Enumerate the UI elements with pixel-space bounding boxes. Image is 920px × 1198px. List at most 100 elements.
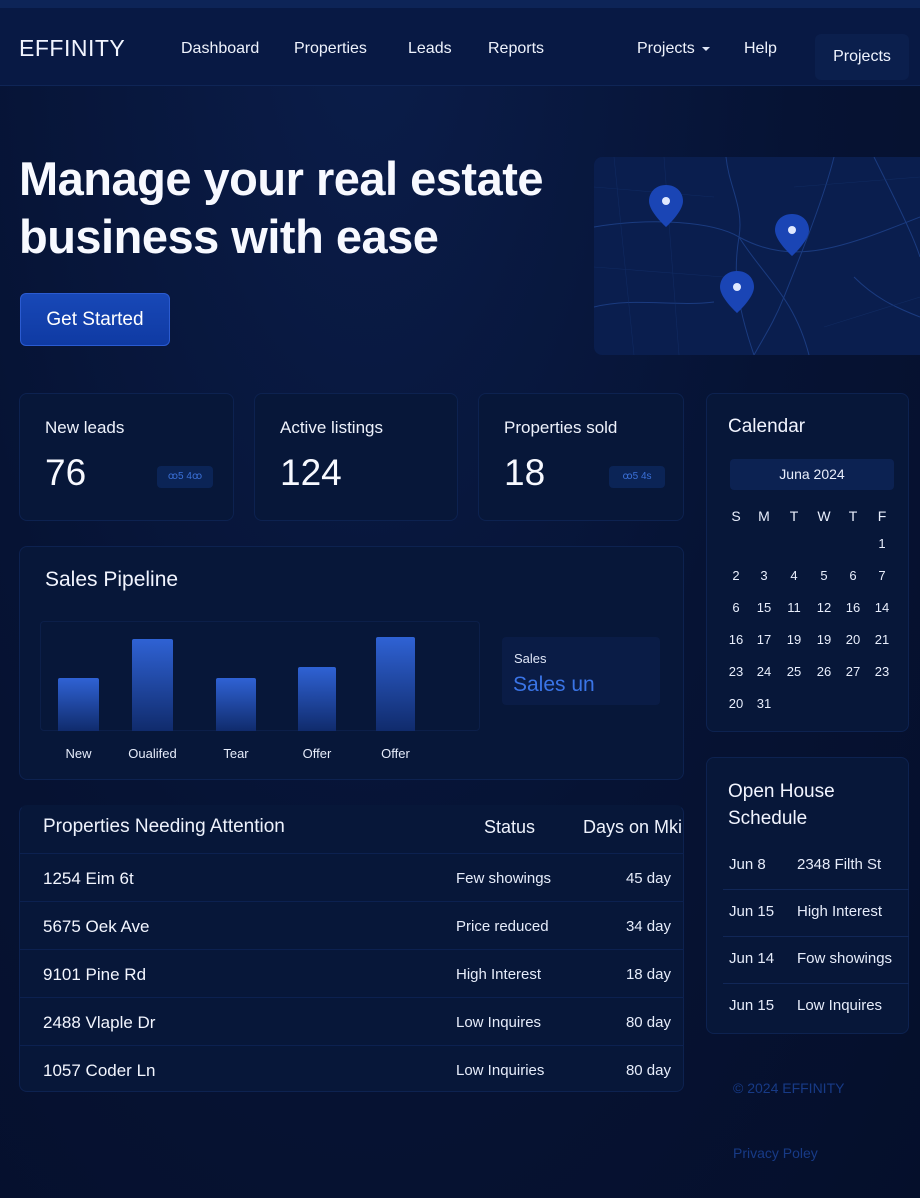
calendar-day[interactable]: 19 bbox=[809, 632, 839, 647]
nav-projects-dropdown[interactable]: Projects bbox=[637, 40, 710, 58]
map-pin-icon[interactable] bbox=[775, 214, 809, 256]
days-on-market: 18 day bbox=[625, 966, 671, 983]
open-house-card: Open House Schedule Jun 8 2348 Filth St Ju… bbox=[706, 757, 909, 1034]
calendar-day[interactable]: 24 bbox=[749, 664, 779, 679]
property-address: 9101 Pine Rd bbox=[43, 965, 147, 984]
calendar-day[interactable]: 4 bbox=[779, 568, 809, 583]
calendar-weekday: M bbox=[758, 508, 770, 524]
calendar-day[interactable]: 25 bbox=[779, 664, 809, 679]
pipeline-bar-label: Tear bbox=[223, 746, 249, 761]
calendar-day[interactable]: 5 bbox=[809, 568, 839, 583]
nav-projects-label: Projects bbox=[637, 40, 695, 57]
property-address: 5675 Oek Ave bbox=[43, 917, 150, 936]
pipeline-bar[interactable] bbox=[216, 678, 256, 731]
stat-card-active-listings[interactable]: Active listings 124 bbox=[254, 393, 458, 521]
calendar-day[interactable]: 1 bbox=[867, 536, 897, 551]
calendar-day[interactable]: 23 bbox=[721, 664, 751, 679]
calendar-day[interactable]: 17 bbox=[749, 632, 779, 647]
calendar-day[interactable]: 2 bbox=[721, 568, 751, 583]
calendar-weekday: T bbox=[789, 508, 799, 524]
stat-card-new-leads[interactable]: New leads 76 ꝏ5 4ꝏ bbox=[19, 393, 234, 521]
stat-label: Active listings bbox=[280, 418, 383, 437]
property-status: Low Inquiries bbox=[456, 1062, 545, 1079]
days-on-market: 80 day bbox=[625, 1062, 671, 1079]
calendar-day[interactable]: 23 bbox=[867, 664, 897, 679]
property-status: High Interest bbox=[456, 966, 542, 983]
map-pin-icon[interactable] bbox=[649, 185, 683, 227]
property-address: 1057 Coder Ln bbox=[43, 1061, 156, 1080]
stat-card-properties-sold[interactable]: Properties sold 18 ꝏ5 4s bbox=[478, 393, 684, 521]
property-status: Price reduced bbox=[456, 918, 549, 935]
stat-value: 124 bbox=[280, 452, 342, 493]
nav-properties[interactable]: Properties bbox=[294, 40, 367, 58]
sales-pipeline-card: Sales Pipeline New Oualifed Tear Offer Offer… bbox=[19, 546, 684, 780]
calendar-day[interactable]: 6 bbox=[721, 600, 751, 615]
map-preview[interactable] bbox=[594, 157, 920, 355]
open-house-detail: Fow showings bbox=[797, 950, 893, 967]
nav-help[interactable]: Help bbox=[744, 40, 777, 58]
sales-summary[interactable]: Sales Sales un bbox=[502, 637, 660, 705]
stat-trend-badge: ꝏ5 4ꝏ bbox=[157, 466, 213, 488]
open-house-date: Jun 15 bbox=[729, 903, 775, 920]
property-status: Few showings bbox=[456, 870, 552, 887]
table-row[interactable]: 2488 Vlaple Dr Low Inquires 80 day bbox=[20, 997, 684, 1045]
open-house-detail: Low Inquires bbox=[797, 997, 883, 1014]
pipeline-bar-label: Oualifed bbox=[128, 746, 177, 761]
nav-reports[interactable]: Reports bbox=[488, 40, 544, 58]
calendar-card: Calendar Juna 2024 S M T W T F 1 2 3 4 5 6 7 6 15 11 12 1… bbox=[706, 393, 909, 732]
calendar-day[interactable]: 20 bbox=[721, 696, 751, 711]
section-title: Properties Needing Attention bbox=[43, 816, 285, 837]
nav-dashboard[interactable]: Dashboard bbox=[181, 40, 259, 58]
calendar-month[interactable]: Juna 2024 bbox=[730, 459, 894, 490]
map-pin-icon[interactable] bbox=[720, 271, 754, 313]
stat-label: New leads bbox=[45, 418, 125, 437]
pipeline-bar[interactable] bbox=[376, 637, 415, 731]
top-nav: EFFINITY Dashboard Properties Leads Repo… bbox=[0, 0, 920, 86]
open-house-date: Jun 8 bbox=[729, 856, 766, 873]
nav-leads[interactable]: Leads bbox=[408, 40, 452, 58]
calendar-day[interactable]: 3 bbox=[749, 568, 779, 583]
calendar-day[interactable]: 7 bbox=[867, 568, 897, 583]
projects-button[interactable]: Projects bbox=[815, 34, 909, 80]
calendar-day[interactable]: 20 bbox=[838, 632, 868, 647]
column-header-days[interactable]: Days on Mki bbox=[583, 817, 682, 838]
calendar-day[interactable]: 16 bbox=[721, 632, 751, 647]
table-row[interactable]: 9101 Pine Rd High Interest 18 day bbox=[20, 949, 684, 997]
open-house-date: Jun 14 bbox=[729, 950, 775, 967]
footer-privacy-link[interactable]: Privacy Poley bbox=[733, 1145, 818, 1161]
section-title: Sales Pipeline bbox=[45, 568, 179, 591]
open-house-item[interactable]: Jun 15 High Interest bbox=[707, 889, 893, 936]
stat-trend-badge: ꝏ5 4s bbox=[609, 466, 665, 488]
table-row[interactable]: 1057 Coder Ln Low Inquiries 80 day bbox=[20, 1045, 684, 1093]
calendar-day[interactable]: 31 bbox=[749, 696, 779, 711]
calendar-day[interactable]: 15 bbox=[749, 600, 779, 615]
open-house-item[interactable]: Jun 8 2348 Filth St bbox=[707, 842, 893, 889]
attention-table-card: Properties Needing Attention Status Days… bbox=[19, 805, 684, 1092]
hero-title: Manage your real estate business with ea… bbox=[19, 152, 544, 263]
calendar-day[interactable]: 14 bbox=[867, 600, 897, 615]
brand-logo[interactable]: EFFINITY bbox=[19, 35, 125, 62]
pipeline-bar-label: Offer bbox=[302, 746, 332, 761]
calendar-day[interactable]: 26 bbox=[809, 664, 839, 679]
calendar-day[interactable]: 21 bbox=[867, 632, 897, 647]
get-started-button[interactable]: Get Started bbox=[20, 293, 170, 346]
stat-value: 76 bbox=[45, 452, 87, 493]
calendar-day[interactable]: 27 bbox=[838, 664, 868, 679]
pipeline-bar[interactable] bbox=[132, 639, 173, 731]
calendar-weekday: F bbox=[877, 508, 887, 524]
open-house-item[interactable]: Jun 15 Low Inquires bbox=[707, 983, 893, 1030]
days-on-market: 34 day bbox=[625, 918, 671, 935]
calendar-day[interactable]: 6 bbox=[838, 568, 868, 583]
open-house-item[interactable]: Jun 14 Fow showings bbox=[707, 936, 893, 983]
table-row[interactable]: 1254 Eim 6t Few showings 45 day bbox=[20, 853, 684, 901]
calendar-day[interactable]: 16 bbox=[838, 600, 868, 615]
table-row[interactable]: 5675 Oek Ave Price reduced 34 day bbox=[20, 901, 684, 949]
calendar-day[interactable]: 12 bbox=[809, 600, 839, 615]
pipeline-bar[interactable] bbox=[58, 678, 99, 731]
column-header-status[interactable]: Status bbox=[484, 817, 535, 838]
days-on-market: 80 day bbox=[625, 1014, 671, 1031]
pipeline-bar[interactable] bbox=[298, 667, 336, 731]
calendar-day[interactable]: 19 bbox=[779, 632, 809, 647]
calendar-weekday: W bbox=[817, 508, 831, 524]
calendar-day[interactable]: 11 bbox=[779, 600, 809, 615]
